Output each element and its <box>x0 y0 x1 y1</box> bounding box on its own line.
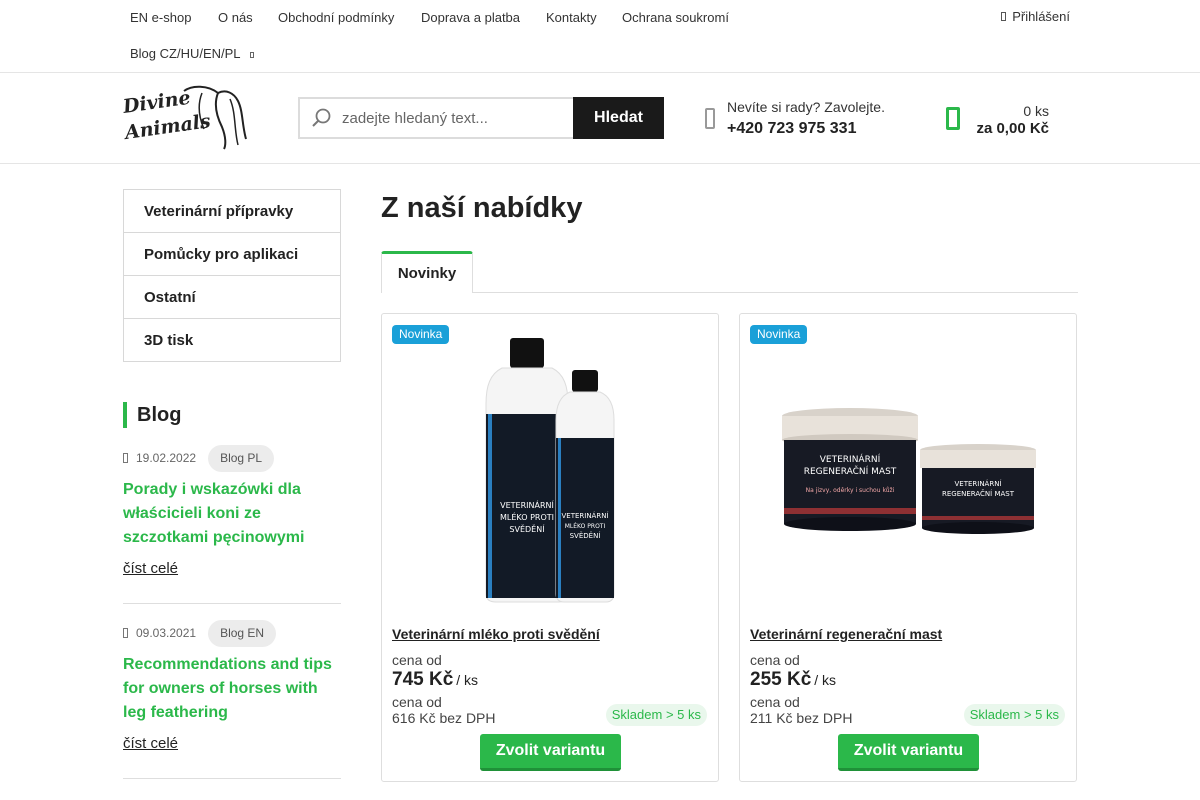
product-photo-bottles: VETERINÁRNÍ MLÉKO PROTI SVĚDĚNÍ VETERINÁ… <box>485 338 615 603</box>
search-bar: Hledat <box>298 97 664 139</box>
logo[interactable]: Divine Animals <box>121 83 250 151</box>
bottle-label-line1: VETERINÁRNÍ <box>500 499 554 510</box>
price-unit: / ks <box>456 672 479 688</box>
product-image[interactable]: VETERINÁRNÍ MLÉKO PROTI SVĚDĚNÍ VETERINÁ… <box>392 334 708 606</box>
nav-link-terms[interactable]: Obchodní podmínky <box>278 10 394 25</box>
product-card: VETERINÁRNÍ REGENERAČNÍ MAST Na jizvy, o… <box>739 313 1077 782</box>
blog-post-title[interactable]: Recommendations and tips for owners of h… <box>123 653 341 725</box>
blog-post: 19.02.2022 Blog PL Porady i wskazówki dl… <box>123 444 341 577</box>
blog-post-tag[interactable]: Blog PL <box>208 444 275 472</box>
bottle-label-line2: MLÉKO PROTI <box>500 511 554 522</box>
nav-link-about[interactable]: O nás <box>218 10 253 25</box>
bottle-label-line2: MLÉKO PROTI <box>565 522 606 530</box>
jar-label-line2: REGENERAČNÍ MAST <box>804 465 897 477</box>
blog-post-tag[interactable]: Blog EN <box>208 619 277 647</box>
search-button[interactable]: Hledat <box>573 97 664 139</box>
blog-post-title[interactable]: Porady i wskazówki dla właścicieli koni … <box>123 478 341 550</box>
search-icon <box>312 108 331 127</box>
page-title: Z naší nabídky <box>381 192 583 224</box>
chevron-down-icon <box>249 51 254 58</box>
blog-heading: Blog <box>123 402 181 428</box>
net-price-label: cena od <box>750 694 800 710</box>
category-menu: Veterinární přípravky Pomůcky pro aplika… <box>123 189 341 362</box>
login-label: Přihlášení <box>1012 9 1070 24</box>
phone-icon <box>705 108 715 129</box>
category-veterinary[interactable]: Veterinární přípravky <box>124 190 340 233</box>
blog-post-read-more[interactable]: číst celé <box>123 560 341 577</box>
product-name[interactable]: Veterinární mléko proti svědění <box>392 626 600 642</box>
new-badge: Novinka <box>392 325 450 344</box>
jar-label-line2: REGENERAČNÍ MAST <box>942 489 1015 498</box>
stock-badge: Skladem > 5 ks <box>605 704 707 726</box>
product-image[interactable]: VETERINÁRNÍ REGENERAČNÍ MAST Na jizvy, o… <box>750 334 1066 606</box>
logo-image: Divine Animals <box>121 85 247 150</box>
price-value: 255 Kč <box>750 669 812 690</box>
calendar-icon <box>123 453 128 463</box>
nav-link-blog[interactable]: Blog CZ/HU/EN/PL <box>130 46 254 61</box>
price-unit: / ks <box>814 672 837 688</box>
top-bar: EN e-shop O nás Obchodní podmínky Doprav… <box>0 0 1200 73</box>
help-text: Nevíte si rady? Zavolejte. <box>727 99 885 115</box>
user-icon <box>1001 12 1007 21</box>
cart-quantity[interactable]: 0 ks <box>1023 103 1049 119</box>
search-field <box>298 97 573 139</box>
price-value: 745 Kč <box>392 669 454 690</box>
bottle-label-line3: SVĚDĚNÍ <box>570 531 601 540</box>
blog-post-date: 09.03.2021 <box>136 626 197 640</box>
product-price: 255 Kč / ks <box>750 669 836 691</box>
category-tools[interactable]: Pomůcky pro aplikaci <box>124 233 340 276</box>
blog-post: 09.03.2021 Blog EN Recommendations and t… <box>123 619 341 752</box>
nav-link-contacts[interactable]: Kontakty <box>546 10 597 25</box>
choose-variant-button[interactable]: Zvolit variantu <box>480 734 621 771</box>
blog-post-meta: 19.02.2022 Blog PL <box>123 444 341 472</box>
bottle-label-line1: VETERINÁRNÍ <box>561 511 608 520</box>
product-name[interactable]: Veterinární regenerační mast <box>750 626 942 642</box>
jar-label-line1: VETERINÁRNÍ <box>820 453 881 465</box>
header: Divine Animals Hledat Nevíte si rady? Za… <box>0 73 1200 164</box>
help-phone-number[interactable]: +420 723 975 331 <box>727 120 856 138</box>
tab-novinky[interactable]: Novinky <box>381 251 473 293</box>
divider <box>123 603 341 604</box>
category-3d-print[interactable]: 3D tisk <box>124 319 340 361</box>
calendar-icon <box>123 628 128 638</box>
login-link[interactable]: Přihlášení <box>1001 9 1070 24</box>
nav-link-blog-label: Blog CZ/HU/EN/PL <box>130 46 241 61</box>
net-price-label: cena od <box>392 694 442 710</box>
nav-link-en-eshop[interactable]: EN e-shop <box>130 10 191 25</box>
new-badge: Novinka <box>750 325 808 344</box>
blog-post-date: 19.02.2022 <box>136 451 197 465</box>
price-label: cena od <box>750 652 800 668</box>
choose-variant-button[interactable]: Zvolit variantu <box>838 734 979 771</box>
blog-post-meta: 09.03.2021 Blog EN <box>123 619 341 647</box>
jar-label-line3: Na jizvy, oděrky i suchou kůži <box>806 487 895 494</box>
divider <box>123 778 341 779</box>
product-price: 745 Kč / ks <box>392 669 478 691</box>
net-price: 616 Kč bez DPH <box>392 710 496 726</box>
stock-badge: Skladem > 5 ks <box>963 704 1065 726</box>
blog-post-read-more[interactable]: číst celé <box>123 735 341 752</box>
product-photo-jars: VETERINÁRNÍ REGENERAČNÍ MAST Na jizvy, o… <box>782 408 1036 534</box>
cart-icon[interactable] <box>946 107 960 130</box>
net-price: 211 Kč bez DPH <box>750 710 853 726</box>
product-card: VETERINÁRNÍ MLÉKO PROTI SVĚDĚNÍ VETERINÁ… <box>381 313 719 782</box>
search-input[interactable] <box>342 109 562 127</box>
product-tabs: Novinky <box>381 251 1078 293</box>
nav-link-shipping[interactable]: Doprava a platba <box>421 10 520 25</box>
price-label: cena od <box>392 652 442 668</box>
category-other[interactable]: Ostatní <box>124 276 340 319</box>
bottle-label-line3: SVĚDĚNÍ <box>509 523 545 534</box>
jar-label-line1: VETERINÁRNÍ <box>954 479 1001 488</box>
cart-total[interactable]: za 0,00 Kč <box>976 120 1049 137</box>
nav-link-privacy[interactable]: Ochrana soukromí <box>622 10 729 25</box>
